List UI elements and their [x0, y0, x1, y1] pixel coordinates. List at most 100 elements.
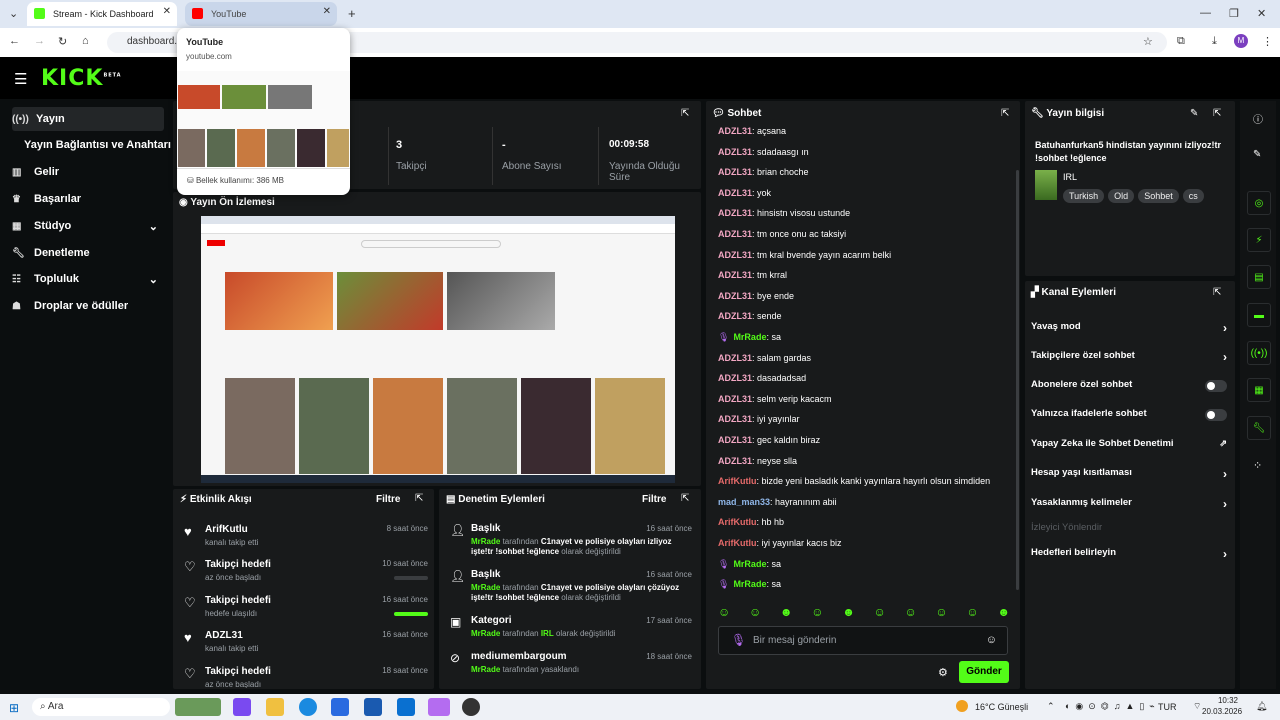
home-icon[interactable]: ⌂	[82, 35, 89, 47]
channel-action-item[interactable]: Yavaş mod ›	[1031, 321, 1227, 335]
camera-icon[interactable]: ◎	[1247, 191, 1271, 215]
chat-username[interactable]: ADZL31	[718, 311, 752, 321]
channel-action-item[interactable]: Hesap yaşı kısıtlaması ›	[1031, 467, 1227, 481]
tab-search-icon[interactable]: ⌄	[9, 7, 18, 20]
tab-youtube[interactable]: YouTube ✕	[185, 2, 337, 26]
store-icon[interactable]	[331, 698, 349, 716]
chat-username[interactable]: ArifKutlu	[718, 538, 757, 548]
chat-username[interactable]: ArifKutlu	[718, 476, 757, 486]
channel-action-item[interactable]: Yapay Zeka ile Sohbet Denetimi ⇗	[1031, 438, 1227, 452]
close-tab-icon[interactable]: ✕	[323, 6, 331, 17]
channel-action-item[interactable]: Takipçilere özel sohbet ›	[1031, 350, 1227, 364]
wrench-icon[interactable]: 🔧︎	[1247, 416, 1271, 440]
kick-logo[interactable]: KICKBETA	[41, 66, 122, 91]
chat-username[interactable]: ADZL31	[718, 435, 752, 445]
chat-bubble-icon[interactable]: ▬	[1247, 303, 1271, 327]
chat-username[interactable]: ADZL31	[718, 291, 752, 301]
chat-username[interactable]: mad_man33	[718, 497, 770, 507]
chat-username[interactable]: MrRade	[733, 559, 766, 569]
broadcast-icon[interactable]: ((•))	[1247, 341, 1271, 365]
popout-icon[interactable]: ⇱	[681, 108, 689, 119]
tray-icons[interactable]: ◐◉⊙⏣♫▲▯⌁	[1065, 701, 1160, 712]
channel-action-item[interactable]: Yalnızca ifadelerle sohbet	[1031, 408, 1227, 422]
tag-chip[interactable]: Turkish	[1063, 189, 1105, 203]
channel-action-item[interactable]: Hedefleri belirleyin ›	[1031, 547, 1227, 561]
sidebar-item-studyo[interactable]: ▦ Stüdyo ⌄	[12, 214, 164, 238]
emote-icon[interactable]: ☻	[842, 605, 855, 621]
forward-icon[interactable]: →	[34, 35, 45, 47]
edge-icon[interactable]	[299, 698, 317, 716]
emote-icon[interactable]: ☺	[718, 605, 730, 621]
add-widget-icon[interactable]: ⁘	[1253, 459, 1262, 472]
edit-pencil-icon[interactable]: ✎	[1190, 108, 1198, 119]
emote-icon[interactable]: ☻	[997, 605, 1010, 621]
minimize-icon[interactable]: —	[1200, 7, 1211, 19]
document-icon[interactable]: ▤	[1247, 265, 1271, 289]
tag-chip[interactable]: Old	[1108, 189, 1135, 203]
close-window-icon[interactable]: ✕	[1257, 7, 1266, 20]
emote-icon[interactable]: ☻	[780, 605, 793, 621]
chat-username[interactable]: ADZL31	[718, 250, 752, 260]
sidebar-item-stream-key[interactable]: Yayın Bağlantısı ve Anahtarı	[24, 133, 174, 157]
category-name[interactable]: IRL	[1063, 172, 1077, 182]
chat-input[interactable]: 🎙︎ Bir mesaj gönderin ☺	[718, 626, 1008, 655]
category-thumbnail[interactable]	[1035, 170, 1057, 200]
reload-icon[interactable]: ↻	[58, 35, 67, 48]
edit-pencil-icon[interactable]: ✎	[1253, 149, 1261, 160]
chat-username[interactable]: MrRade	[733, 579, 766, 589]
chat-username[interactable]: MrRade	[733, 332, 766, 342]
back-icon[interactable]: ←	[9, 35, 20, 47]
close-tab-icon[interactable]: ✕	[163, 6, 171, 17]
emote-icon[interactable]: ☺	[935, 605, 947, 621]
channel-action-item[interactable]: Abonelere özel sohbet	[1031, 379, 1227, 393]
sidebar-item-yayin[interactable]: ((•)) Yayın	[12, 107, 164, 131]
chat-username[interactable]: ADZL31	[718, 373, 752, 383]
chat-username[interactable]: ADZL31	[718, 456, 752, 466]
hamburger-menu-icon[interactable]: ☰	[14, 70, 27, 88]
stream-preview-video[interactable]	[201, 216, 675, 483]
sidebar-item-denetleme[interactable]: 🔧︎ Denetleme	[12, 241, 164, 265]
tag-chip[interactable]: Sohbet	[1138, 189, 1179, 203]
chat-username[interactable]: ADZL31	[718, 188, 752, 198]
toggle-switch[interactable]	[1205, 380, 1227, 392]
search-highlight-image[interactable]	[175, 698, 221, 716]
emote-icon[interactable]: ☺	[874, 605, 886, 621]
restore-icon[interactable]: ❐	[1229, 7, 1239, 20]
emote-icon[interactable]: ☺	[811, 605, 823, 621]
obs-icon[interactable]	[462, 698, 480, 716]
bookmark-star-icon[interactable]: ☆	[1143, 35, 1153, 48]
moderation-filter-button[interactable]: Filtre	[642, 494, 666, 505]
sidebar-item-gelir[interactable]: ▥ Gelir	[12, 160, 164, 184]
chat-username[interactable]: ArifKutlu	[718, 517, 757, 527]
activity-filter-button[interactable]: Filtre	[376, 494, 400, 505]
extensions-icon[interactable]: ⧉	[1177, 35, 1185, 48]
chat-username[interactable]: ADZL31	[718, 270, 752, 280]
chrome-profile-icon[interactable]	[428, 698, 450, 716]
popout-icon[interactable]: ⇱	[1213, 108, 1221, 119]
tag-chip[interactable]: cs	[1182, 189, 1204, 203]
sidebar-item-droplar[interactable]: ☗ Droplar ve ödüller	[12, 294, 164, 318]
clock-date[interactable]: 20.03.2026	[1202, 707, 1242, 716]
wifi-icon[interactable]: ⌔	[1193, 701, 1201, 712]
info-icon[interactable]: ⓘ	[1253, 111, 1263, 126]
popout-icon[interactable]: ⇱	[1001, 108, 1009, 119]
profile-avatar[interactable]: M	[1234, 34, 1248, 48]
download-icon[interactable]: ⤓	[1212, 35, 1217, 48]
mail-icon[interactable]	[364, 698, 382, 716]
emoji-picker-icon[interactable]: ☺	[986, 634, 997, 646]
app-icon[interactable]	[397, 698, 415, 716]
chat-username[interactable]: ADZL31	[718, 394, 752, 404]
chat-username[interactable]: ADZL31	[718, 147, 752, 157]
weather-text[interactable]: 16°C Güneşli	[975, 702, 1028, 712]
toggle-switch[interactable]	[1205, 409, 1227, 421]
popout-icon[interactable]: ⇱	[415, 493, 423, 504]
chat-username[interactable]: ADZL31	[718, 353, 752, 363]
popout-icon[interactable]: ⇱	[681, 493, 689, 504]
emote-icon[interactable]: ☺	[749, 605, 761, 621]
clock-time[interactable]: 10:32	[1214, 696, 1238, 705]
windows-start-icon[interactable]: ⊞	[9, 701, 19, 715]
copilot-icon[interactable]	[233, 698, 251, 716]
chat-username[interactable]: ADZL31	[718, 229, 752, 239]
emote-icon[interactable]: ☺	[904, 605, 916, 621]
popout-icon[interactable]: ⇱	[1213, 287, 1221, 298]
